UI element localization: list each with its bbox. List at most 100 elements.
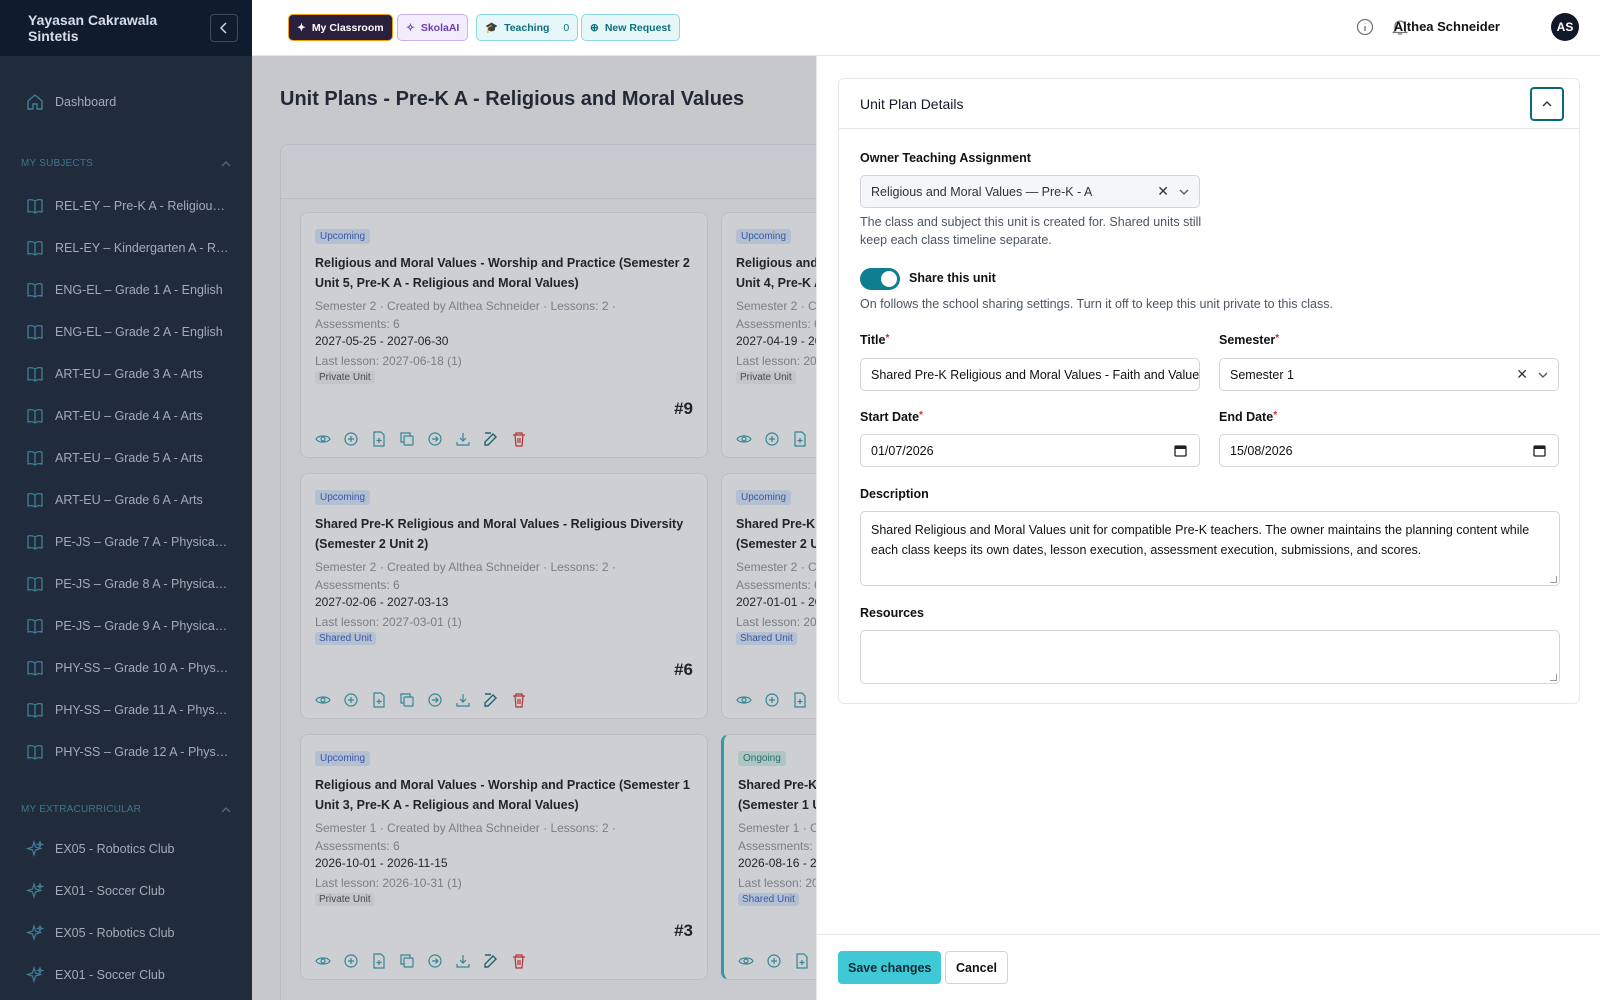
teaching-button[interactable]: 🎓 Teaching 0 (476, 14, 579, 41)
panel-title: Unit Plan Details (860, 95, 964, 112)
status-badge: Upcoming (315, 751, 371, 766)
end-date-input[interactable]: 15/08/2026 (1219, 434, 1559, 467)
sidebar-item-subject[interactable]: REL-EY – Pre-K A - Religious and Moral V… (0, 185, 252, 227)
sidebar-header: Yayasan Cakrawala Sintetis (0, 0, 252, 55)
description-textarea[interactable]: Shared Religious and Moral Values unit f… (860, 511, 1560, 586)
semester-select[interactable]: Semester 1 ✕ (1219, 358, 1559, 391)
cancel-button[interactable]: Cancel (945, 951, 1008, 984)
my-classroom-button[interactable]: ✦ My Classroom (288, 14, 393, 41)
sidebar-item-subject[interactable]: PE-JS – Grade 9 A - Physical Education (0, 605, 252, 647)
trash-icon[interactable] (511, 431, 527, 447)
sidebar-item-subject[interactable]: ENG-EL – Grade 1 A - English (0, 269, 252, 311)
download-icon[interactable] (455, 431, 471, 447)
share-unit-toggle[interactable] (860, 268, 900, 290)
card-dates: 2027-04-19 - 2027-05-24 (736, 334, 816, 348)
plus-circle-icon[interactable] (343, 953, 359, 969)
sidebar-item-label: ART-EU – Grade 3 A - Arts (55, 367, 203, 381)
unit-plan-card[interactable]: Upcoming Religious and Moral Values - Wor… (721, 212, 816, 458)
copy-icon[interactable] (399, 953, 415, 969)
sidebar-item-extracurricular[interactable]: EX01 - Soccer Club (0, 870, 252, 912)
book-icon (25, 448, 45, 468)
avatar[interactable]: AS (1551, 13, 1579, 41)
info-icon[interactable] (1356, 18, 1374, 39)
sidebar-item-label: ART-EU – Grade 6 A - Arts (55, 493, 203, 507)
sidebar-item-subject[interactable]: PHY-SS – Grade 11 A - Physics (0, 689, 252, 731)
edit-icon[interactable] (483, 692, 499, 708)
file-plus-icon[interactable] (371, 692, 387, 708)
sidebar-item-subject[interactable]: REL-EY – Kindergarten A - Religious and … (0, 227, 252, 269)
start-date-input[interactable]: 01/07/2026 (860, 434, 1200, 467)
eye-icon[interactable] (315, 431, 331, 447)
user-name[interactable]: Althea Schneider (1394, 19, 1500, 34)
sidebar-item-subject[interactable]: ENG-EL – Grade 2 A - English (0, 311, 252, 353)
resources-textarea[interactable] (860, 630, 1560, 684)
title-input[interactable]: Shared Pre-K Religious and Moral Values … (860, 358, 1200, 391)
my-subjects-heading[interactable]: MY SUBJECTS (21, 158, 231, 169)
download-icon[interactable] (455, 953, 471, 969)
eye-icon[interactable] (315, 692, 331, 708)
plus-circle-icon[interactable] (766, 953, 782, 969)
file-plus-icon[interactable] (794, 953, 810, 969)
plus-circle-icon[interactable] (764, 431, 780, 447)
file-plus-icon[interactable] (371, 431, 387, 447)
trash-icon[interactable] (511, 692, 527, 708)
sidebar-item-subject[interactable]: PHY-SS – Grade 12 A - Physics (0, 731, 252, 773)
chevron-down-icon[interactable] (1538, 370, 1548, 380)
unit-plan-card[interactable]: Upcoming Religious and Moral Values - Wor… (300, 734, 708, 980)
unit-plan-card[interactable]: Upcoming Shared Pre-K Religious and Moral… (300, 473, 708, 719)
sidebar-item-subject[interactable]: ART-EU – Grade 4 A - Arts (0, 395, 252, 437)
calendar-icon[interactable] (1174, 444, 1187, 457)
arrow-right-circle-icon[interactable] (427, 431, 443, 447)
sidebar-item-subject[interactable]: ART-EU – Grade 5 A - Arts (0, 437, 252, 479)
sidebar-item-subject[interactable]: PE-JS – Grade 7 A - Physical Education (0, 521, 252, 563)
owner-assignment-select[interactable]: Religious and Moral Values — Pre-K - A ✕ (860, 175, 1200, 208)
download-icon[interactable] (455, 692, 471, 708)
skolaai-button[interactable]: ✧ SkolaAI (397, 14, 469, 41)
chevron-down-icon[interactable] (1179, 187, 1189, 197)
clear-icon[interactable]: ✕ (1516, 366, 1528, 383)
sidebar-item-subject[interactable]: ART-EU – Grade 6 A - Arts (0, 479, 252, 521)
sidebar-item-subject[interactable]: ART-EU – Grade 3 A - Arts (0, 353, 252, 395)
resize-handle[interactable] (1550, 576, 1557, 583)
plus-circle-icon[interactable] (343, 692, 359, 708)
panel-header: Unit Plan Details (839, 79, 1579, 129)
sidebar-item-label: PHY-SS – Grade 11 A - Physics (55, 703, 230, 717)
trash-icon[interactable] (511, 953, 527, 969)
eye-icon[interactable] (736, 692, 752, 708)
edit-icon[interactable] (483, 953, 499, 969)
unit-plan-card[interactable]: Upcoming Religious and Moral Values - Wor… (300, 212, 708, 458)
eye-icon[interactable] (315, 953, 331, 969)
clear-icon[interactable]: ✕ (1157, 183, 1169, 200)
new-request-button[interactable]: ⊕ New Request (581, 14, 680, 41)
my-extracurricular-heading[interactable]: MY EXTRACURRICULAR (21, 804, 231, 815)
sidebar-item-dashboard[interactable]: Dashboard (0, 81, 252, 123)
file-plus-icon[interactable] (792, 692, 808, 708)
edit-icon[interactable] (483, 431, 499, 447)
sidebar-item-subject[interactable]: PE-JS – Grade 8 A - Physical Education (0, 563, 252, 605)
file-plus-icon[interactable] (371, 953, 387, 969)
sidebar-item-extracurricular[interactable]: EX05 - Robotics Club (0, 912, 252, 954)
card-actions (315, 953, 527, 969)
eye-icon[interactable] (736, 431, 752, 447)
sidebar-item-subject[interactable]: PHY-SS – Grade 10 A - Physics (0, 647, 252, 689)
plus-circle-icon[interactable] (343, 431, 359, 447)
resize-handle[interactable] (1550, 674, 1557, 681)
calendar-icon[interactable] (1533, 444, 1546, 457)
copy-icon[interactable] (399, 692, 415, 708)
unit-plan-card[interactable]: Upcoming Shared Pre-K Religious and Moral… (721, 473, 816, 719)
file-plus-icon[interactable] (792, 431, 808, 447)
unit-plan-card[interactable]: Ongoing Shared Pre-K Religious and Moral … (721, 734, 816, 980)
sidebar-collapse-button[interactable] (210, 13, 238, 42)
arrow-right-circle-icon[interactable] (427, 953, 443, 969)
arrow-right-circle-icon[interactable] (427, 692, 443, 708)
eye-icon[interactable] (738, 953, 754, 969)
owner-help-text: The class and subject this unit is creat… (860, 215, 1202, 247)
collapse-panel-button[interactable] (1530, 86, 1564, 121)
save-changes-button[interactable]: Save changes (838, 951, 942, 984)
sidebar-item-extracurricular[interactable]: EX01 - Soccer Club (0, 954, 252, 996)
book-icon (25, 616, 45, 636)
plus-circle-icon[interactable] (764, 692, 780, 708)
copy-icon[interactable] (399, 431, 415, 447)
sidebar-item-label: ART-EU – Grade 5 A - Arts (55, 451, 203, 465)
sidebar-item-extracurricular[interactable]: EX05 - Robotics Club (0, 828, 252, 870)
